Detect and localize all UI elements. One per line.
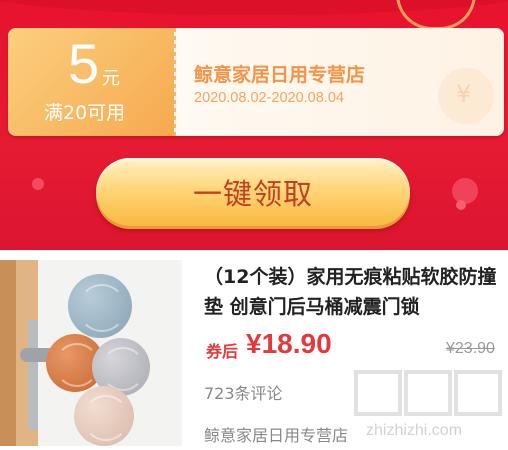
coupon-value-panel: 5 元 满20可用	[8, 28, 174, 136]
door-frame	[0, 260, 16, 446]
coupon-info-panel: 鲸意家居日用专营店 2020.08.02-2020.08.04 ¥	[176, 28, 504, 136]
coupon-banner: 5 元 满20可用 鲸意家居日用专营店 2020.08.02-2020.08.0…	[0, 0, 508, 250]
ticket-icon: ¥	[438, 68, 494, 124]
bumper-blue	[68, 274, 132, 338]
product-card[interactable]: （12个装）家用无痕粘贴软胶防撞垫 创意门后马桶减震门锁 券后 ¥18.90 ¥…	[0, 250, 508, 450]
ribbon-decoration	[396, 0, 476, 30]
bumper-pink	[74, 386, 134, 446]
door-lock-plate	[28, 320, 38, 430]
coupon-store-name: 鲸意家居日用专营店	[194, 64, 366, 86]
coupon-validity-dates: 2020.08.02-2020.08.04	[194, 90, 344, 106]
decorative-dot	[452, 178, 478, 204]
review-count[interactable]: 723条评论	[204, 380, 283, 404]
watermark-logo	[354, 370, 502, 416]
coupon-condition: 满20可用	[44, 102, 126, 124]
coupon-card: 5 元 满20可用 鲸意家居日用专营店 2020.08.02-2020.08.0…	[8, 28, 504, 136]
watermark-glyph	[454, 370, 502, 416]
decorative-dot	[32, 178, 44, 190]
watermark-glyph	[404, 370, 452, 416]
current-price: ¥18.90	[246, 328, 332, 359]
coupon-amount: 5	[68, 32, 100, 95]
original-price: ¥23.90	[446, 340, 495, 357]
watermark-site: zhizhizhi.com	[366, 422, 463, 439]
watermark-glyph	[354, 370, 402, 416]
coupon-unit: 元	[102, 68, 120, 89]
decorative-dot	[456, 200, 466, 210]
store-name[interactable]: 鲸意家居日用专营店	[204, 422, 348, 446]
product-image[interactable]	[0, 260, 182, 446]
claim-coupon-button[interactable]: 一键领取	[96, 158, 410, 226]
coupon-price-label: 券后	[206, 342, 239, 361]
product-title[interactable]: （12个装）家用无痕粘贴软胶防撞垫 创意门后马桶减震门锁	[204, 262, 500, 322]
